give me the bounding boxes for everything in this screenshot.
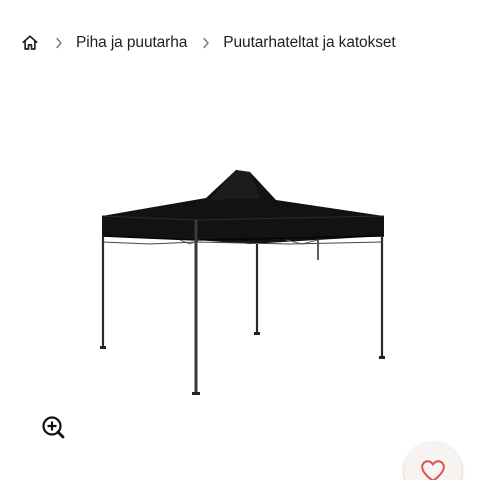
black-pop-up-gazebo-image [100, 170, 385, 395]
zoom-in-button[interactable] [40, 414, 66, 440]
product-page: Piha ja puutarha Puutarhateltat ja katok… [0, 0, 480, 480]
breadcrumb: Piha ja puutarha Puutarhateltat ja katok… [20, 30, 396, 56]
heart-icon [421, 460, 445, 480]
zoom-in-icon [42, 416, 65, 439]
breadcrumb-link-garden-tents[interactable]: Puutarhateltat ja katokset [223, 34, 395, 52]
product-image[interactable] [90, 160, 400, 405]
chevron-right-icon [201, 36, 211, 50]
home-icon[interactable] [20, 33, 40, 53]
chevron-right-icon [54, 36, 64, 50]
breadcrumb-link-garden[interactable]: Piha ja puutarha [76, 34, 187, 52]
add-to-favorites-button[interactable] [404, 442, 462, 480]
